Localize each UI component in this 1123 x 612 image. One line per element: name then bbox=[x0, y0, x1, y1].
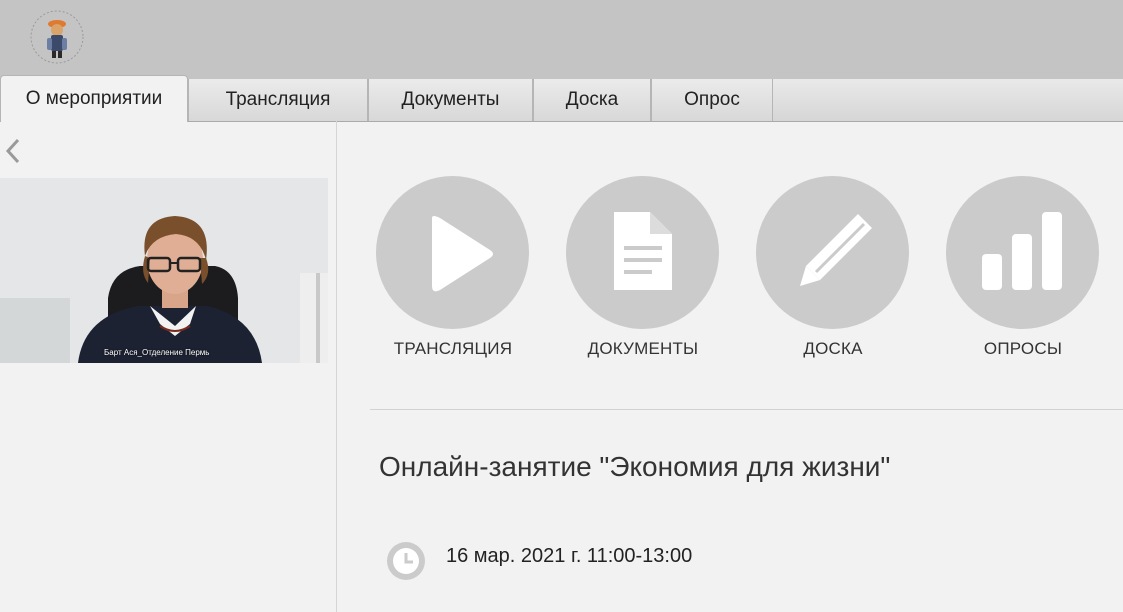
document-icon bbox=[614, 212, 672, 290]
chevron-left-icon[interactable] bbox=[2, 135, 24, 167]
tile-label: ДОСКА bbox=[803, 339, 863, 358]
section-divider bbox=[370, 409, 1123, 410]
tile-board[interactable]: ДОСКА bbox=[750, 174, 916, 364]
participant-video-image bbox=[0, 178, 328, 363]
left-panel: Барт Ася_Отделение Пермь bbox=[0, 121, 337, 612]
event-datetime: 16 мар. 2021 г. 11:00-13:00 bbox=[446, 545, 693, 567]
app-header bbox=[0, 0, 1123, 78]
tile-label: ОПРОСЫ bbox=[983, 339, 1063, 358]
tab-broadcast[interactable]: Трансляция bbox=[188, 79, 368, 121]
bar-chart-icon bbox=[982, 212, 1062, 290]
tile-broadcast[interactable]: ТРАНСЛЯЦИЯ bbox=[370, 174, 536, 364]
play-icon bbox=[432, 216, 493, 292]
logo-icon bbox=[30, 10, 84, 64]
participant-name-label: Барт Ася_Отделение Пермь bbox=[104, 348, 210, 357]
tab-label: Доска bbox=[565, 89, 619, 110]
tile-label: ДОКУМЕНТЫ bbox=[587, 339, 699, 358]
tab-bar: О мероприятии Трансляция Документы Доска… bbox=[0, 75, 1123, 122]
tile-polls[interactable]: ОПРОСЫ bbox=[940, 174, 1106, 364]
event-title: Онлайн-занятие "Экономия для жизни" bbox=[379, 451, 891, 482]
tile-documents[interactable]: ДОКУМЕНТЫ bbox=[560, 174, 726, 364]
feature-tiles: ТРАНСЛЯЦИЯ ДОКУМЕНТЫ ДОСКА ОПРОСЫ bbox=[370, 174, 1110, 364]
tab-label: Документы bbox=[401, 89, 500, 110]
tab-label: Трансляция bbox=[225, 89, 331, 110]
video-feed[interactable]: Барт Ася_Отделение Пермь bbox=[0, 178, 328, 363]
pencil-icon bbox=[800, 214, 872, 286]
tab-documents[interactable]: Документы bbox=[368, 79, 533, 121]
clock-icon bbox=[387, 542, 425, 580]
tab-board[interactable]: Доска bbox=[533, 79, 651, 121]
tab-poll[interactable]: Опрос bbox=[651, 79, 773, 121]
tile-label: ТРАНСЛЯЦИЯ bbox=[393, 339, 513, 358]
tab-about-event[interactable]: О мероприятии bbox=[0, 75, 188, 122]
tab-label: О мероприятии bbox=[25, 88, 163, 109]
tab-label: Опрос bbox=[684, 89, 740, 110]
